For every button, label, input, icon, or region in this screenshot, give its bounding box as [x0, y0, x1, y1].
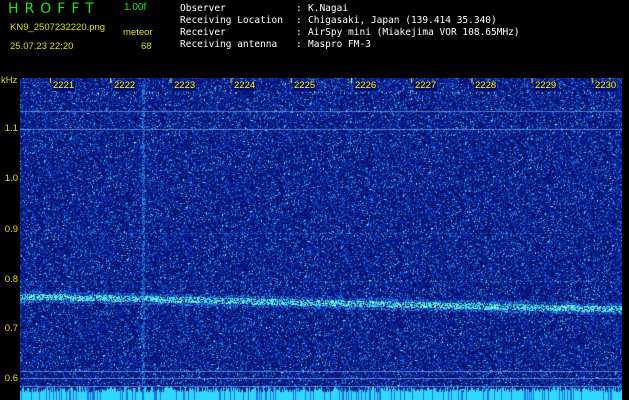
filename-label: KN9_2507232220.png: [10, 22, 106, 33]
info-label: Receiver: [180, 27, 226, 38]
time-tick-label: 2225: [293, 80, 317, 91]
info-separator: :: [296, 39, 302, 50]
info-row-antenna: Receiving antenna: Maspro FM-3: [180, 40, 371, 50]
time-tick-label: 2228: [474, 80, 498, 91]
meteor-count-label: meteor: [123, 27, 153, 38]
freq-tick-label: 0.8: [4, 274, 18, 285]
spectrogram-canvas: [20, 78, 622, 400]
info-separator: :: [296, 27, 302, 38]
info-label: Observer: [180, 3, 226, 14]
time-tick-label: 2230: [594, 80, 618, 91]
app-title: HROFFT: [8, 1, 100, 17]
info-label: Receiving antenna: [180, 39, 278, 50]
time-tick-label: 2221: [52, 80, 76, 91]
info-value: AirSpy mini (Miakejima VOR 108.65MHz): [308, 27, 520, 38]
freq-tick-label: 1.1: [4, 123, 18, 134]
time-tick-label: 2226: [354, 80, 378, 91]
time-tick-label: 2222: [113, 80, 137, 91]
info-value: Maspro FM-3: [308, 39, 371, 50]
freq-tick-label: 0.6: [4, 373, 18, 384]
info-row-observer: Observer: K.Nagai: [180, 4, 348, 14]
time-tick-label: 2229: [534, 80, 558, 91]
time-tick-label: 2227: [414, 80, 438, 91]
freq-tick-label: 0.7: [4, 323, 18, 334]
datetime-label: 25.07.23 22:20: [10, 41, 74, 52]
spectrogram-waterfall: 2221 2222 2223 2224 2225 2226 2227 2228 …: [20, 78, 622, 400]
info-row-location: Receiving Location: Chigasaki, Japan (139…: [180, 16, 497, 26]
meteor-count-value: 68: [141, 41, 152, 52]
info-value: K.Nagai: [308, 3, 349, 14]
header-panel: HROFFT 1.00f KN9_2507232220.png 25.07.23…: [0, 0, 629, 78]
freq-tick-label: 1.0: [4, 173, 18, 184]
info-row-receiver: Receiver: AirSpy mini (Miakejima VOR 108.…: [180, 28, 520, 38]
time-tick-label: 2223: [173, 80, 197, 91]
frequency-axis: 1.1 1.0 0.9 0.8 0.7 0.6: [0, 78, 20, 400]
info-separator: :: [296, 3, 302, 14]
version-label: 1.00f: [124, 2, 147, 13]
time-tick-label: 2224: [233, 80, 257, 91]
info-value: Chigasaki, Japan (139.414 35.340): [308, 15, 497, 26]
freq-tick-label: 0.9: [4, 224, 18, 235]
info-separator: :: [296, 15, 302, 26]
info-label: Receiving Location: [180, 15, 283, 26]
